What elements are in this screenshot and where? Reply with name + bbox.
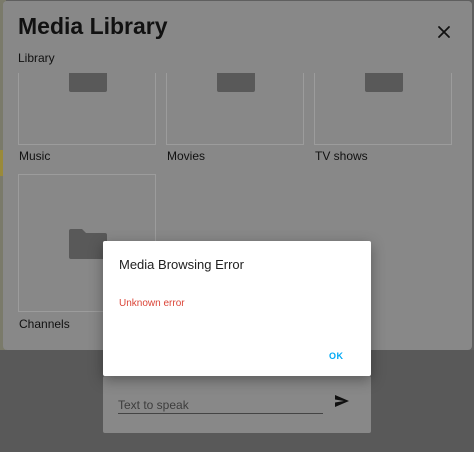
- page-title: Media Library: [18, 13, 168, 39]
- tile-label-channels: Channels: [19, 317, 70, 331]
- tts-input[interactable]: [118, 396, 323, 414]
- tile-label-music: Music: [19, 149, 51, 163]
- tile-label-movies: Movies: [167, 149, 206, 163]
- send-icon: [335, 395, 349, 407]
- error-title: Media Browsing Error: [119, 257, 244, 272]
- ok-button[interactable]: OK: [329, 351, 344, 361]
- close-button[interactable]: [433, 21, 455, 43]
- error-message: Unknown error: [119, 298, 185, 309]
- error-dialog: Media Browsing Error Unknown error OK: [103, 241, 371, 376]
- tts-panel: [103, 376, 371, 433]
- close-icon: [438, 26, 450, 38]
- send-button[interactable]: [331, 390, 353, 412]
- breadcrumb: Library: [18, 51, 55, 65]
- media-library-header: Media Library Library: [3, 1, 472, 73]
- tile-label-tv-shows: TV shows: [315, 149, 368, 163]
